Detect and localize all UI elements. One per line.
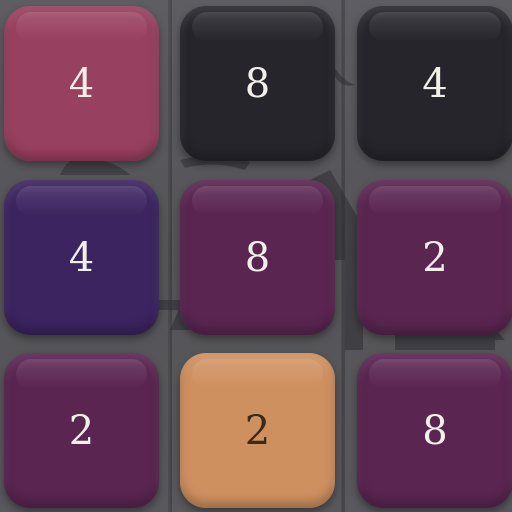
tile-value: 4 (422, 60, 448, 107)
tile-value: 4 (68, 60, 95, 107)
tile-value: 8 (422, 407, 448, 454)
tile-value: 4 (68, 234, 95, 281)
tile-r2-c2[interactable]: 8 (180, 180, 335, 335)
tile-r1-c3[interactable]: 4 (357, 6, 512, 161)
tile-r3-c1[interactable]: 2 (4, 353, 159, 508)
tile-r3-c2[interactable]: 2 (180, 353, 335, 508)
tile-r2-c3[interactable]: 2 (357, 180, 512, 335)
tile-value: 8 (244, 60, 271, 107)
tile-value: 8 (244, 234, 271, 281)
tile-r2-c1[interactable]: 4 (4, 180, 159, 335)
tile-r3-c3[interactable]: 8 (357, 353, 512, 508)
tile-r1-c2[interactable]: 8 (180, 6, 335, 161)
game-board: 4 8 4 4 8 2 2 2 8 (0, 0, 512, 512)
tile-value: 2 (244, 407, 271, 454)
tile-r1-c1[interactable]: 4 (4, 6, 159, 161)
tile-value: 2 (68, 407, 95, 454)
tile-value: 2 (422, 234, 448, 281)
